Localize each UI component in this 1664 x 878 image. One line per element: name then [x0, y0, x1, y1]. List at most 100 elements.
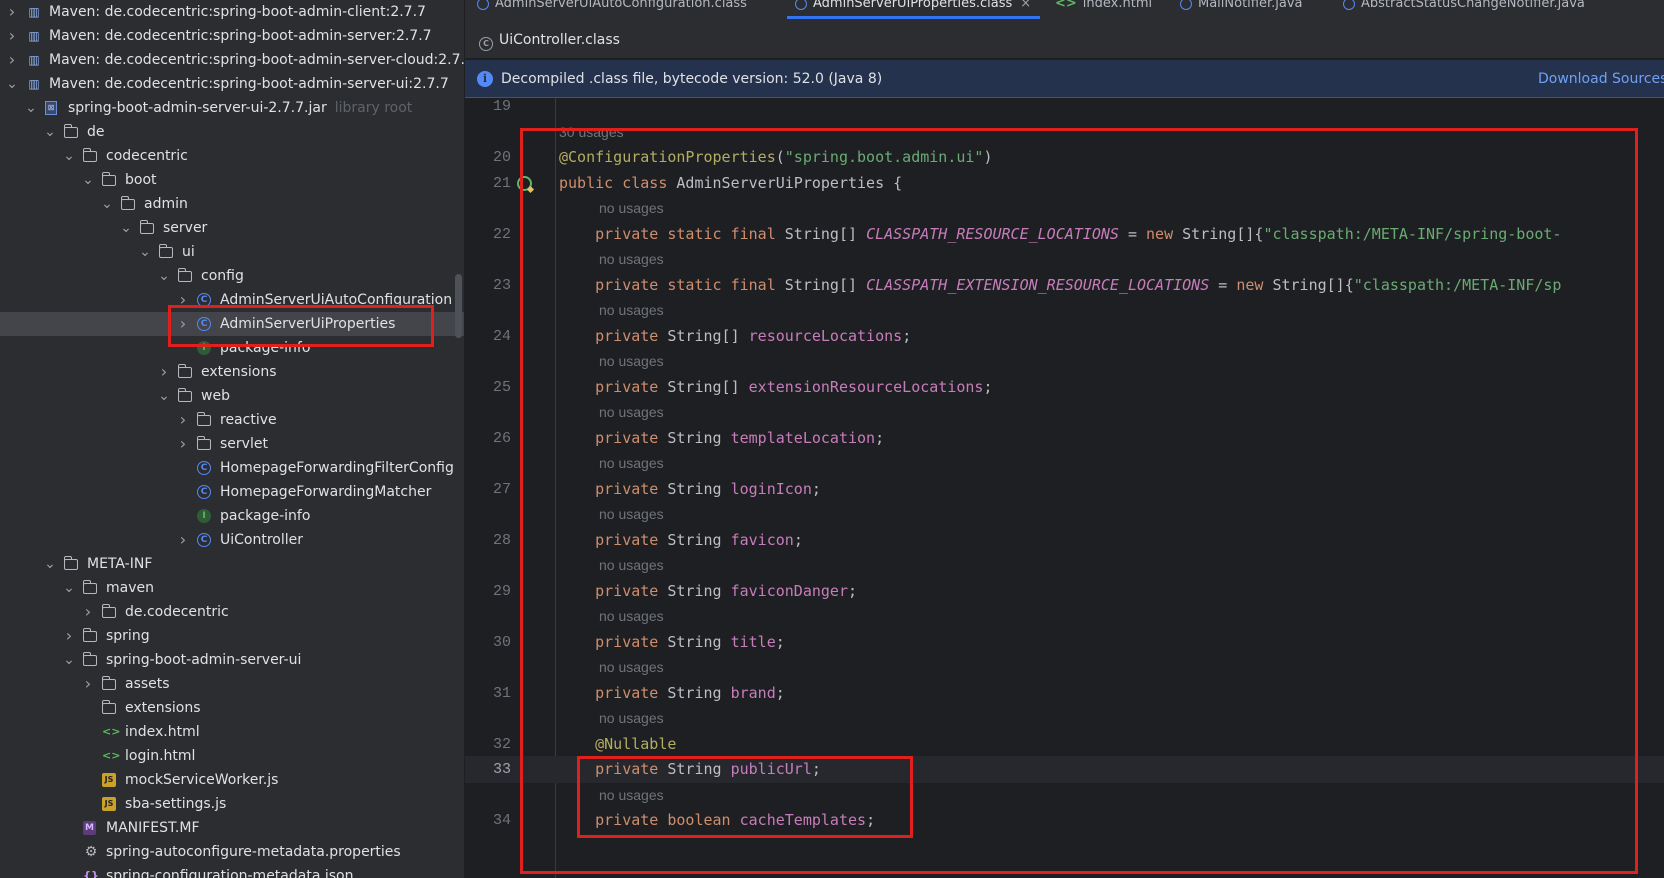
tree-item[interactable]: ⌄ ▥ Maven: de.codecentric:spring-boot-admi…	[0, 72, 464, 96]
usages-inlay-hint[interactable]: no usages	[599, 501, 664, 528]
code-line[interactable]: 21 public class AdminServerUiProperties {	[465, 170, 1664, 197]
download-sources-link[interactable]: Download Sources	[1538, 60, 1664, 98]
tree-item[interactable]: › ▥ Maven: de.codecentric:spring-boot-admi…	[0, 48, 464, 72]
chevron-down-icon[interactable]: ⌄	[43, 120, 57, 144]
tree-item[interactable]: ⌄ de	[0, 120, 464, 144]
usage-hint-row[interactable]: no usages	[465, 399, 1664, 426]
usages-inlay-hint[interactable]: no usages	[599, 603, 664, 630]
usages-inlay-hint[interactable]: no usages	[599, 705, 664, 732]
chevron-right-icon[interactable]: ›	[176, 528, 190, 552]
code-line[interactable]: 24 private String[] resourceLocations;	[465, 323, 1664, 350]
chevron-down-icon[interactable]: ⌄	[43, 552, 57, 576]
chevron-down-icon[interactable]: ⌄	[62, 576, 76, 600]
code-line[interactable]: 23 private static final String[] CLASSPA…	[465, 272, 1664, 299]
chevron-down-icon[interactable]: ⌄	[157, 264, 171, 288]
tab-adminserveruiautoconfiguration[interactable]: AdminServerUiAutoConfiguration.class	[477, 0, 747, 16]
tab-adminserveruiproperties[interactable]: AdminServerUiProperties.class ×	[795, 0, 1031, 16]
usages-inlay-hint[interactable]: no usages	[599, 399, 664, 426]
chevron-right-icon[interactable]: ›	[5, 0, 19, 24]
usages-inlay-hint[interactable]: no usages	[599, 195, 664, 222]
tree-item[interactable]: › reactive	[0, 408, 464, 432]
usages-inlay-hint[interactable]: no usages	[599, 450, 664, 477]
code-line[interactable]: 34 private boolean cacheTemplates;	[465, 807, 1664, 834]
code-line[interactable]: 27 private String loginIcon;	[465, 476, 1664, 503]
usages-inlay-hint[interactable]: 30 usages	[559, 119, 624, 146]
code-line[interactable]: 26 private String templateLocation;	[465, 425, 1664, 452]
tree-item[interactable]: Ipackage-info	[0, 336, 464, 360]
tree-item[interactable]: › de.codecentric	[0, 600, 464, 624]
tree-item[interactable]: ⌄ maven	[0, 576, 464, 600]
tab-index-html[interactable]: <> index.html	[1055, 0, 1152, 16]
usages-inlay-hint[interactable]: no usages	[599, 782, 664, 809]
usages-inlay-hint[interactable]: no usages	[599, 297, 664, 324]
usage-hint-row[interactable]: no usages	[465, 195, 1664, 222]
code-line[interactable]: 25 private String[] extensionResourceLoc…	[465, 374, 1664, 401]
tree-item[interactable]: ⌄ ui	[0, 240, 464, 264]
chevron-down-icon[interactable]: ⌄	[100, 192, 114, 216]
tree-item[interactable]: › servlet	[0, 432, 464, 456]
usages-inlay-hint[interactable]: no usages	[599, 246, 664, 273]
tree-item[interactable]: {} spring-configuration-metadata.json	[0, 864, 464, 878]
code-line[interactable]: 31 private String brand;	[465, 680, 1664, 707]
tree-item[interactable]: ⌄ config	[0, 264, 464, 288]
code-line[interactable]: 32 @Nullable	[465, 731, 1664, 758]
chevron-down-icon[interactable]: ⌄	[24, 96, 38, 120]
tree-item[interactable]: › ▥ Maven: de.codecentric:spring-boot-admi…	[0, 0, 464, 24]
tree-item[interactable]: C HomepageForwardingMatcher	[0, 480, 464, 504]
tree-item[interactable]: ⌄ web	[0, 384, 464, 408]
usage-hint-row[interactable]: no usages	[465, 297, 1664, 324]
chevron-right-icon[interactable]: ›	[62, 624, 76, 648]
tab-abstractstatuschangenotifier[interactable]: AbstractStatusChangeNotifier.java	[1343, 0, 1585, 16]
tree-item[interactable]: JS mockServiceWorker.js	[0, 768, 464, 792]
code-line[interactable]: 33 private String publicUrl;	[465, 756, 1664, 783]
code-line[interactable]: 20 @ConfigurationProperties("spring.boot.…	[465, 144, 1664, 171]
tree-item[interactable]: Ipackage-info	[0, 504, 464, 528]
tree-item[interactable]: ⌄ server	[0, 216, 464, 240]
tab-mailnotifier[interactable]: MailNotifier.java	[1180, 0, 1303, 16]
code-editor[interactable]: 19 30 usages 20 @ConfigurationProperties("s…	[465, 98, 1664, 878]
chevron-right-icon[interactable]: ›	[81, 600, 95, 624]
tree-item[interactable]: <> login.html	[0, 744, 464, 768]
chevron-down-icon[interactable]: ⌄	[81, 168, 95, 192]
code-line[interactable]: 29 private String faviconDanger;	[465, 578, 1664, 605]
tree-item[interactable]: ⚙ spring-autoconfigure-metadata.propertie…	[0, 840, 464, 864]
chevron-right-icon[interactable]: ›	[5, 48, 19, 72]
usage-hint-row[interactable]: no usages	[465, 450, 1664, 477]
tree-item[interactable]: ⌄ ⊠ spring-boot-admin-server-ui-2.7.7.jar l…	[0, 96, 464, 120]
tree-item[interactable]: ⌄ boot	[0, 168, 464, 192]
usage-hint-row[interactable]: no usages	[465, 705, 1664, 732]
code-line[interactable]: 30 private String title;	[465, 629, 1664, 656]
chevron-right-icon[interactable]: ›	[176, 432, 190, 456]
chevron-down-icon[interactable]: ⌄	[138, 240, 152, 264]
tree-item[interactable]: ⌄ META-INF	[0, 552, 464, 576]
chevron-down-icon[interactable]: ⌄	[62, 648, 76, 672]
tree-item[interactable]: ⌄ codecentric	[0, 144, 464, 168]
chevron-down-icon[interactable]: ⌄	[119, 216, 133, 240]
code-line[interactable]: 28 private String favicon;	[465, 527, 1664, 554]
usage-hint-row[interactable]: no usages	[465, 348, 1664, 375]
tree-item[interactable]: › spring	[0, 624, 464, 648]
tree-item[interactable]: <> index.html	[0, 720, 464, 744]
chevron-down-icon[interactable]: ⌄	[5, 72, 19, 96]
tree-item[interactable]: M MANIFEST.MF	[0, 816, 464, 840]
tree-scrollbar[interactable]	[455, 274, 462, 338]
usages-inlay-hint[interactable]: no usages	[599, 654, 664, 681]
tree-item[interactable]: ⌄ admin	[0, 192, 464, 216]
tree-item[interactable]: ⌄ spring-boot-admin-server-ui	[0, 648, 464, 672]
tree-item[interactable]: › extensions	[0, 360, 464, 384]
chevron-right-icon[interactable]: ›	[5, 24, 19, 48]
chevron-right-icon[interactable]: ›	[157, 360, 171, 384]
chevron-right-icon[interactable]: ›	[176, 408, 190, 432]
close-icon[interactable]: ×	[1020, 0, 1031, 11]
usages-inlay-hint[interactable]: no usages	[599, 552, 664, 579]
usage-hint-row[interactable]: no usages	[465, 552, 1664, 579]
usages-inlay-hint[interactable]: no usages	[599, 348, 664, 375]
usage-hint-row[interactable]: no usages	[465, 501, 1664, 528]
usage-hint-row[interactable]: 30 usages	[465, 119, 1664, 146]
tree-item[interactable]: › C UiController	[0, 528, 464, 552]
tab-uicontroller[interactable]: C UiController.class	[479, 28, 620, 52]
tree-item[interactable]: › C AdminServerUiAutoConfiguration	[0, 288, 464, 312]
usage-hint-row[interactable]: no usages	[465, 782, 1664, 809]
chevron-right-icon[interactable]: ›	[81, 672, 95, 696]
gutter-marker-icon[interactable]	[517, 176, 532, 191]
